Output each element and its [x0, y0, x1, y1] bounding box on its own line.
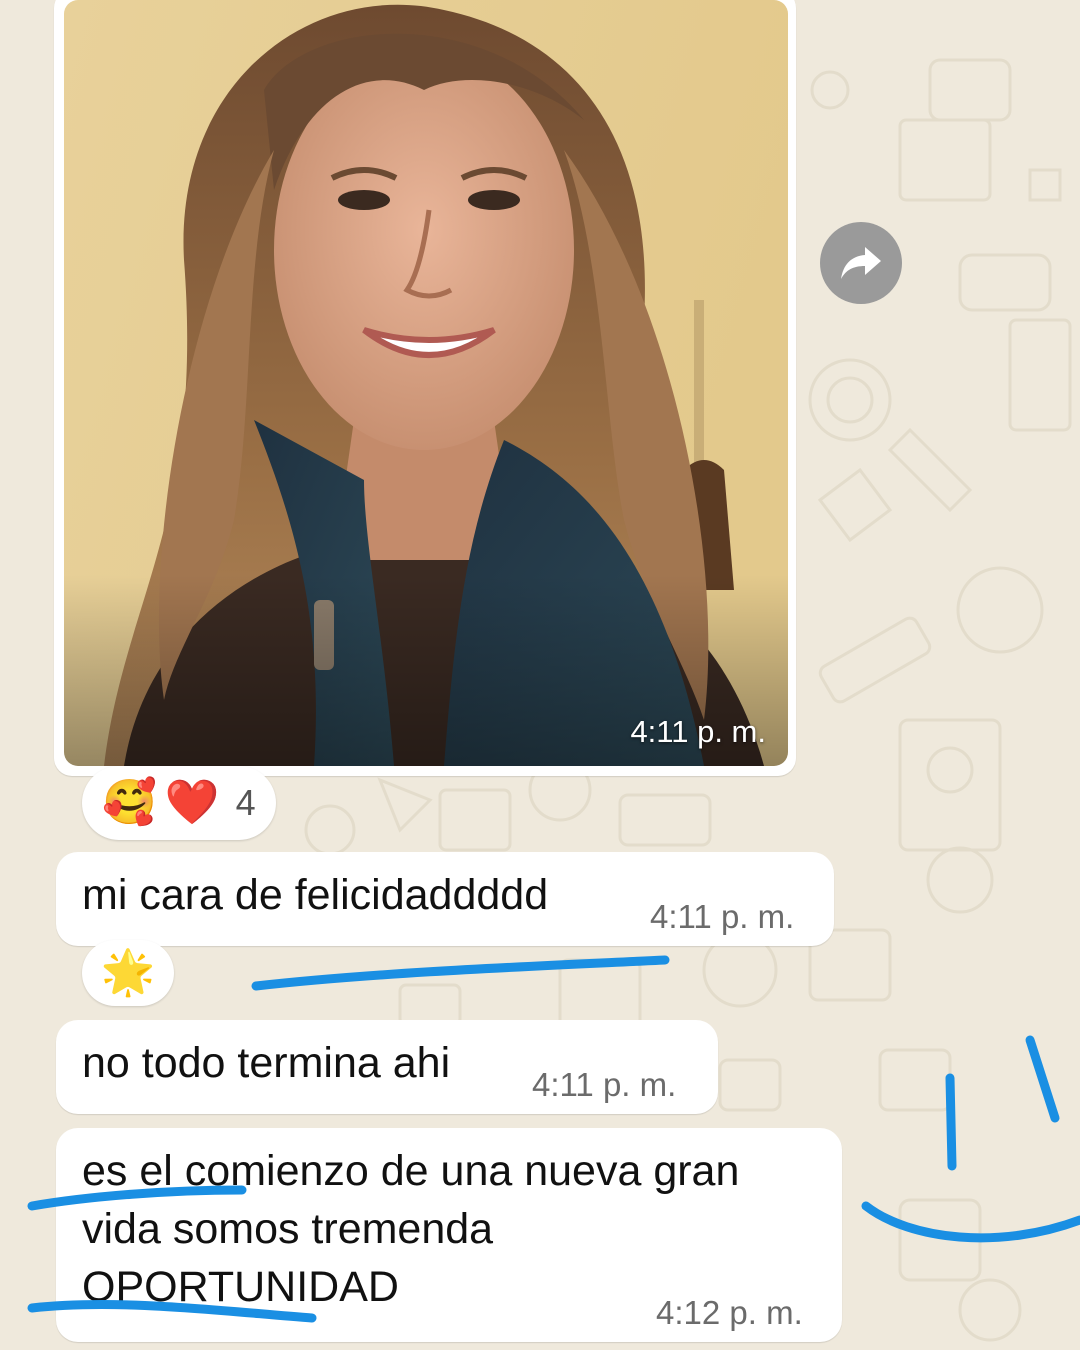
red-heart-emoji: ❤️: [164, 778, 220, 827]
message-reaction[interactable]: 🌟: [82, 940, 174, 1006]
message-time: 4:11 p. m.: [532, 1066, 677, 1103]
photo-message-time: 4:11 p. m.: [630, 714, 766, 749]
message-text: es el comienzo de una nueva gran vida so…: [82, 1147, 740, 1311]
message-bubble[interactable]: no todo termina ahi 4:11 p. m.: [56, 1020, 718, 1114]
message-bubble[interactable]: mi cara de felicidaddddd 4:11 p. m.: [56, 852, 834, 946]
message-text: no todo termina ahi: [82, 1039, 451, 1087]
message-time: 4:11 p. m.: [650, 898, 795, 935]
smiling-face-with-hearts-emoji: 🥰: [102, 778, 157, 827]
forward-arrow-icon: [841, 247, 881, 279]
message-bubble[interactable]: es el comienzo de una nueva gran vida so…: [56, 1128, 842, 1342]
glowing-star-emoji: 🌟: [100, 948, 156, 997]
photo-reactions[interactable]: 🥰 ❤️ 4: [82, 766, 276, 840]
message-text: mi cara de felicidaddddd: [82, 871, 549, 919]
reaction-count: 4: [235, 782, 256, 823]
message-time: 4:12 p. m.: [656, 1294, 803, 1331]
photo-message-bubble[interactable]: 4:11 p. m.: [54, 0, 796, 776]
selfie-photo[interactable]: 4:11 p. m.: [64, 0, 788, 766]
forward-button[interactable]: [820, 222, 902, 304]
